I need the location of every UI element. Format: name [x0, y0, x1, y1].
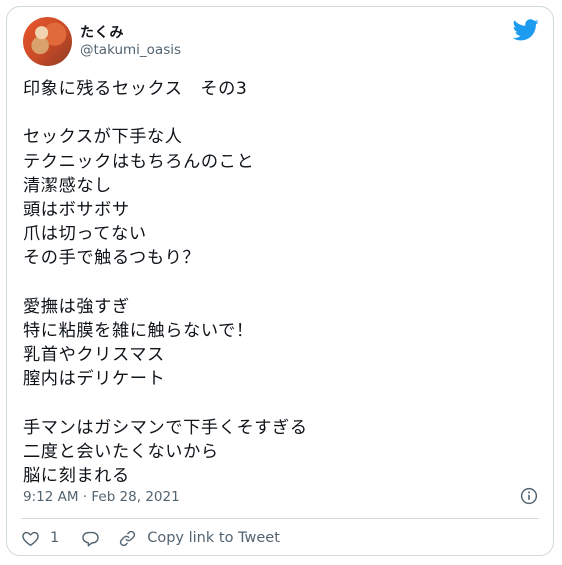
author-name[interactable]: たくみ	[80, 22, 124, 42]
tweet-card[interactable]: たくみ @takumi_oasis 印象に残るセックス その3 セックスが下手な…	[6, 6, 554, 556]
like-button[interactable]: 1	[21, 529, 59, 548]
divider	[21, 518, 539, 519]
link-icon	[120, 530, 136, 546]
reply-bubble-icon	[82, 531, 99, 546]
info-icon[interactable]	[520, 487, 538, 505]
like-count: 1	[50, 530, 60, 546]
twitter-bird-icon[interactable]	[513, 19, 539, 41]
reply-button[interactable]	[81, 529, 100, 548]
timestamp[interactable]: 9:12 AM · Feb 28, 2021	[23, 489, 180, 505]
copy-link-label: Copy link to Tweet	[147, 530, 280, 546]
avatar[interactable]	[23, 17, 72, 66]
copy-link-button[interactable]: Copy link to Tweet	[118, 529, 280, 548]
heart-icon	[22, 531, 39, 546]
action-bar: 1 Copy link to Tweet	[21, 527, 280, 549]
tweet-text: 印象に残るセックス その3 セックスが下手な人 テクニックはもちろんのこと 清潔…	[23, 79, 308, 487]
author-handle[interactable]: @takumi_oasis	[80, 42, 181, 58]
